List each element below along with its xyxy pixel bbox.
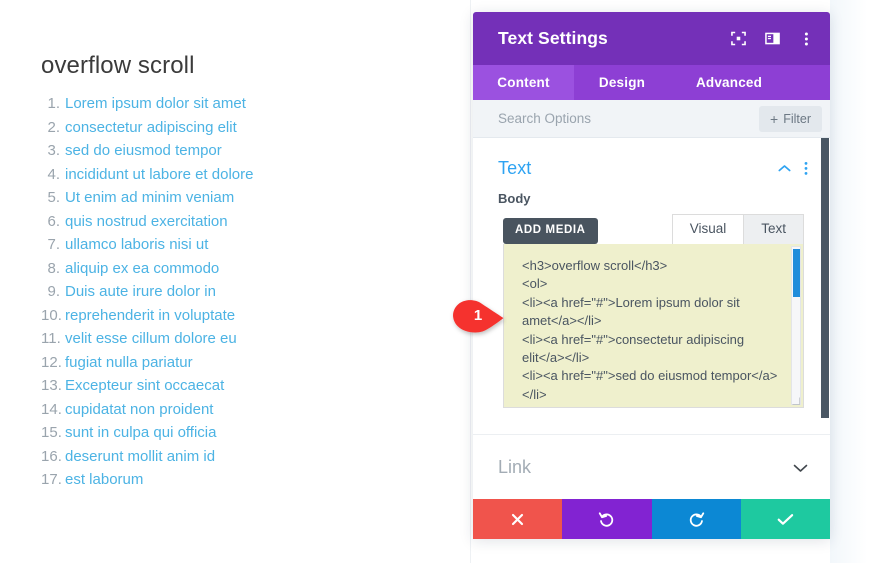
code-scrollbar-track[interactable] xyxy=(791,246,801,405)
more-vertical-icon[interactable] xyxy=(804,161,808,176)
list-item-link[interactable]: cupidatat non proident xyxy=(65,401,213,418)
cancel-button[interactable] xyxy=(473,499,563,539)
list-item: reprehenderit in voluptate xyxy=(41,304,470,328)
list-item: sunt in culpa qui officia xyxy=(41,421,470,445)
text-section: Text Body ADD MEDIA Visual Text <h3>over… xyxy=(473,138,830,408)
editor-mode-tabs: Visual Text xyxy=(671,214,804,244)
editor-toolbar: ADD MEDIA Visual Text xyxy=(503,213,804,244)
layout-panel-icon[interactable] xyxy=(762,29,782,49)
panel-header-icons xyxy=(728,29,816,49)
panel-header: Text Settings xyxy=(473,12,830,65)
redo-button[interactable] xyxy=(651,499,741,539)
code-editor-area[interactable]: <h3>overflow scroll</h3> <ol> <li><a hre… xyxy=(503,244,804,408)
code-editor-content[interactable]: <h3>overflow scroll</h3> <ol> <li><a hre… xyxy=(504,244,803,407)
list-item: consectetur adipiscing elit xyxy=(41,116,470,140)
list-item: quis nostrud exercitation xyxy=(41,210,470,234)
list-item: velit esse cillum dolore eu xyxy=(41,327,470,351)
body-editor: ADD MEDIA Visual Text <h3>overflow scrol… xyxy=(473,213,830,408)
list-item: cupidatat non proident xyxy=(41,398,470,422)
text-section-icons xyxy=(778,161,808,176)
list-item-link[interactable]: Duis aute irure dolor in xyxy=(65,283,216,300)
list-item: incididunt ut labore et dolore xyxy=(41,163,470,187)
filter-button-label: Filter xyxy=(783,111,811,126)
list-item-link[interactable]: consectetur adipiscing elit xyxy=(65,119,237,136)
page-title: overflow scroll xyxy=(41,52,195,79)
list-item: ullamco laboris nisi ut xyxy=(41,233,470,257)
save-button[interactable] xyxy=(740,499,830,539)
list-item-link[interactable]: Lorem ipsum dolor sit amet xyxy=(65,95,246,112)
panel-tabs: Content Design Advanced xyxy=(473,65,830,100)
link-section-title: Link xyxy=(498,457,532,477)
page-root: overflow scroll Lorem ipsum dolor sit am… xyxy=(0,0,880,563)
tab-advanced[interactable]: Advanced xyxy=(670,65,788,100)
search-bar: + Filter xyxy=(473,100,830,138)
list-item: sed do eiusmod tempor xyxy=(41,139,470,163)
list-item-link[interactable]: fugiat nulla pariatur xyxy=(65,354,193,371)
text-section-header[interactable]: Text xyxy=(473,138,830,191)
focus-target-icon[interactable] xyxy=(728,29,748,49)
list-item: Duis aute irure dolor in xyxy=(41,280,470,304)
list-item-link[interactable]: Excepteur sint occaecat xyxy=(65,377,224,394)
tab-visual[interactable]: Visual xyxy=(671,214,745,244)
list-item-link[interactable]: est laborum xyxy=(65,471,143,488)
list-item-link[interactable]: reprehenderit in voluptate xyxy=(65,307,235,324)
list-item: fugiat nulla pariatur xyxy=(41,351,470,375)
list-item-link[interactable]: Ut enim ad minim veniam xyxy=(65,189,234,206)
chevron-down-icon[interactable] xyxy=(793,463,808,473)
list-item-link[interactable]: ullamco laboris nisi ut xyxy=(65,236,208,253)
filter-button[interactable]: + Filter xyxy=(759,105,822,132)
plus-icon: + xyxy=(770,110,779,127)
search-input[interactable] xyxy=(498,111,760,126)
body-field-label: Body xyxy=(498,191,531,206)
list-item: Ut enim ad minim veniam xyxy=(41,186,470,210)
list-item-link[interactable]: velit esse cillum dolore eu xyxy=(65,330,237,347)
panel-footer xyxy=(473,499,830,539)
content-preview-area: overflow scroll Lorem ipsum dolor sit am… xyxy=(0,0,471,563)
panel-scrollbar-track[interactable] xyxy=(821,138,830,499)
chevron-up-icon[interactable] xyxy=(778,164,791,173)
panel-title: Text Settings xyxy=(498,28,608,48)
undo-button[interactable] xyxy=(562,499,652,539)
tab-text[interactable]: Text xyxy=(743,214,804,244)
tab-design[interactable]: Design xyxy=(574,65,670,100)
list-item-link[interactable]: quis nostrud exercitation xyxy=(65,213,228,230)
list-item: Lorem ipsum dolor sit amet xyxy=(41,92,470,116)
add-media-button[interactable]: ADD MEDIA xyxy=(503,217,598,244)
list-item: est laborum xyxy=(41,468,470,492)
tab-content[interactable]: Content xyxy=(473,65,574,100)
more-vertical-icon[interactable] xyxy=(796,29,816,49)
list-item: Excepteur sint occaecat xyxy=(41,374,470,398)
list-item: deserunt mollit anim id xyxy=(41,445,470,469)
text-section-title: Text xyxy=(498,158,532,178)
panel-body: Text Body ADD MEDIA Visual Text <h3>over… xyxy=(473,138,830,499)
code-scrollbar-thumb[interactable] xyxy=(793,249,800,297)
list-item: aliquip ex ea commodo xyxy=(41,257,470,281)
redo-arrow-icon xyxy=(689,511,704,527)
list-item-link[interactable]: sed do eiusmod tempor xyxy=(65,142,222,159)
ordered-link-list: Lorem ipsum dolor sit amet consectetur a… xyxy=(41,92,470,492)
undo-arrow-icon xyxy=(599,511,614,527)
list-item-link[interactable]: sunt in culpa qui officia xyxy=(65,424,217,441)
close-x-icon xyxy=(512,513,524,525)
link-section-header[interactable]: Link xyxy=(473,434,830,499)
page-right-gradient xyxy=(830,0,880,563)
panel-scrollbar-thumb[interactable] xyxy=(821,138,829,418)
checkmark-icon xyxy=(777,513,794,525)
list-item-link[interactable]: incididunt ut labore et dolore xyxy=(65,166,253,183)
list-item-link[interactable]: aliquip ex ea commodo xyxy=(65,260,219,277)
text-settings-panel: Text Settings Content Design Advanced Se… xyxy=(473,12,830,539)
resize-handle-icon[interactable] xyxy=(792,397,800,405)
list-item-link[interactable]: deserunt mollit anim id xyxy=(65,448,215,465)
